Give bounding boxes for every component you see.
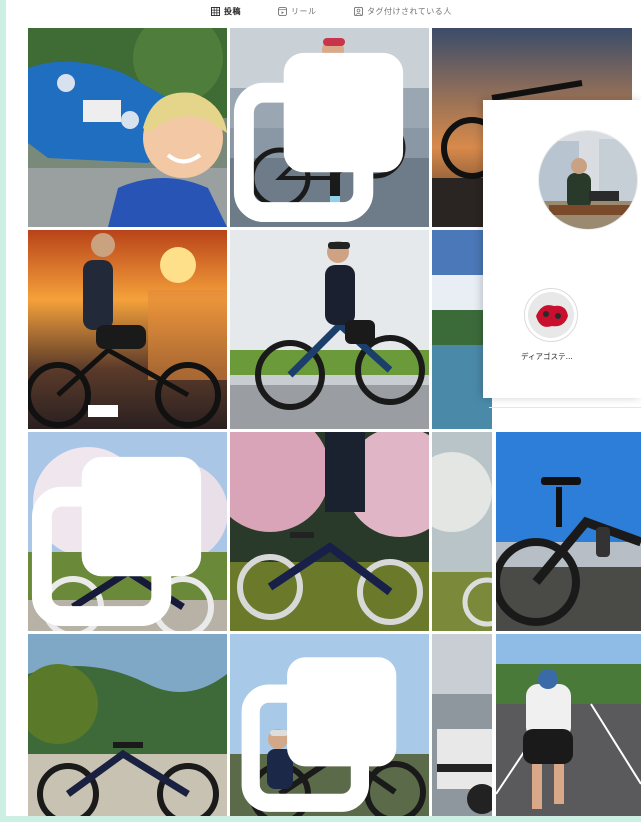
post-thumbnail[interactable]: [230, 230, 429, 429]
post-thumbnail[interactable]: [230, 28, 429, 227]
post-thumbnail[interactable]: [230, 432, 429, 631]
tagged-icon: [354, 7, 363, 16]
post-image: [230, 230, 429, 429]
profile-tab-bar: 投稿 リール タグ付けされている人: [0, 0, 641, 24]
multiple-photos-icon: [233, 52, 404, 223]
story-highlight[interactable]: [524, 288, 578, 342]
post-image: [28, 230, 227, 429]
highlight-cover-image: [528, 292, 574, 338]
post-thumbnail[interactable]: [28, 28, 227, 227]
tab-posts-label: 投稿: [224, 7, 241, 16]
avatar-image: [539, 131, 637, 229]
post-thumbnail[interactable]: [432, 634, 492, 816]
tab-reels-label: リール: [291, 7, 317, 16]
post-thumbnail[interactable]: [496, 432, 641, 631]
multiple-photos-icon: [241, 657, 397, 812]
reels-icon: [278, 7, 287, 16]
post-thumbnail[interactable]: [230, 634, 429, 816]
post-image: [28, 634, 227, 816]
profile-preview-card: ディアゴステ...: [483, 100, 641, 398]
divider: [489, 407, 641, 408]
post-image: [432, 634, 492, 816]
post-thumbnail[interactable]: [432, 432, 492, 631]
window-edge-bottom: [0, 816, 641, 822]
multiple-photos-icon: [31, 456, 202, 627]
post-thumbnail[interactable]: [28, 432, 227, 631]
tab-posts[interactable]: 投稿: [211, 6, 241, 17]
grid-icon: [211, 7, 220, 16]
post-image: [28, 28, 227, 227]
tab-reels[interactable]: リール: [278, 6, 317, 17]
post-thumbnail[interactable]: [28, 634, 227, 816]
tab-tagged[interactable]: タグ付けされている人: [354, 6, 452, 17]
post-image: [496, 634, 641, 816]
highlight-label: ディアゴステ...: [521, 352, 573, 361]
post-image: [230, 432, 429, 631]
post-image: [496, 432, 641, 631]
avatar[interactable]: [538, 130, 638, 230]
post-thumbnail[interactable]: [496, 634, 641, 816]
tab-tagged-label: タグ付けされている人: [367, 7, 452, 16]
post-image: [432, 432, 492, 631]
window-edge: [0, 0, 6, 822]
post-thumbnail[interactable]: [28, 230, 227, 429]
